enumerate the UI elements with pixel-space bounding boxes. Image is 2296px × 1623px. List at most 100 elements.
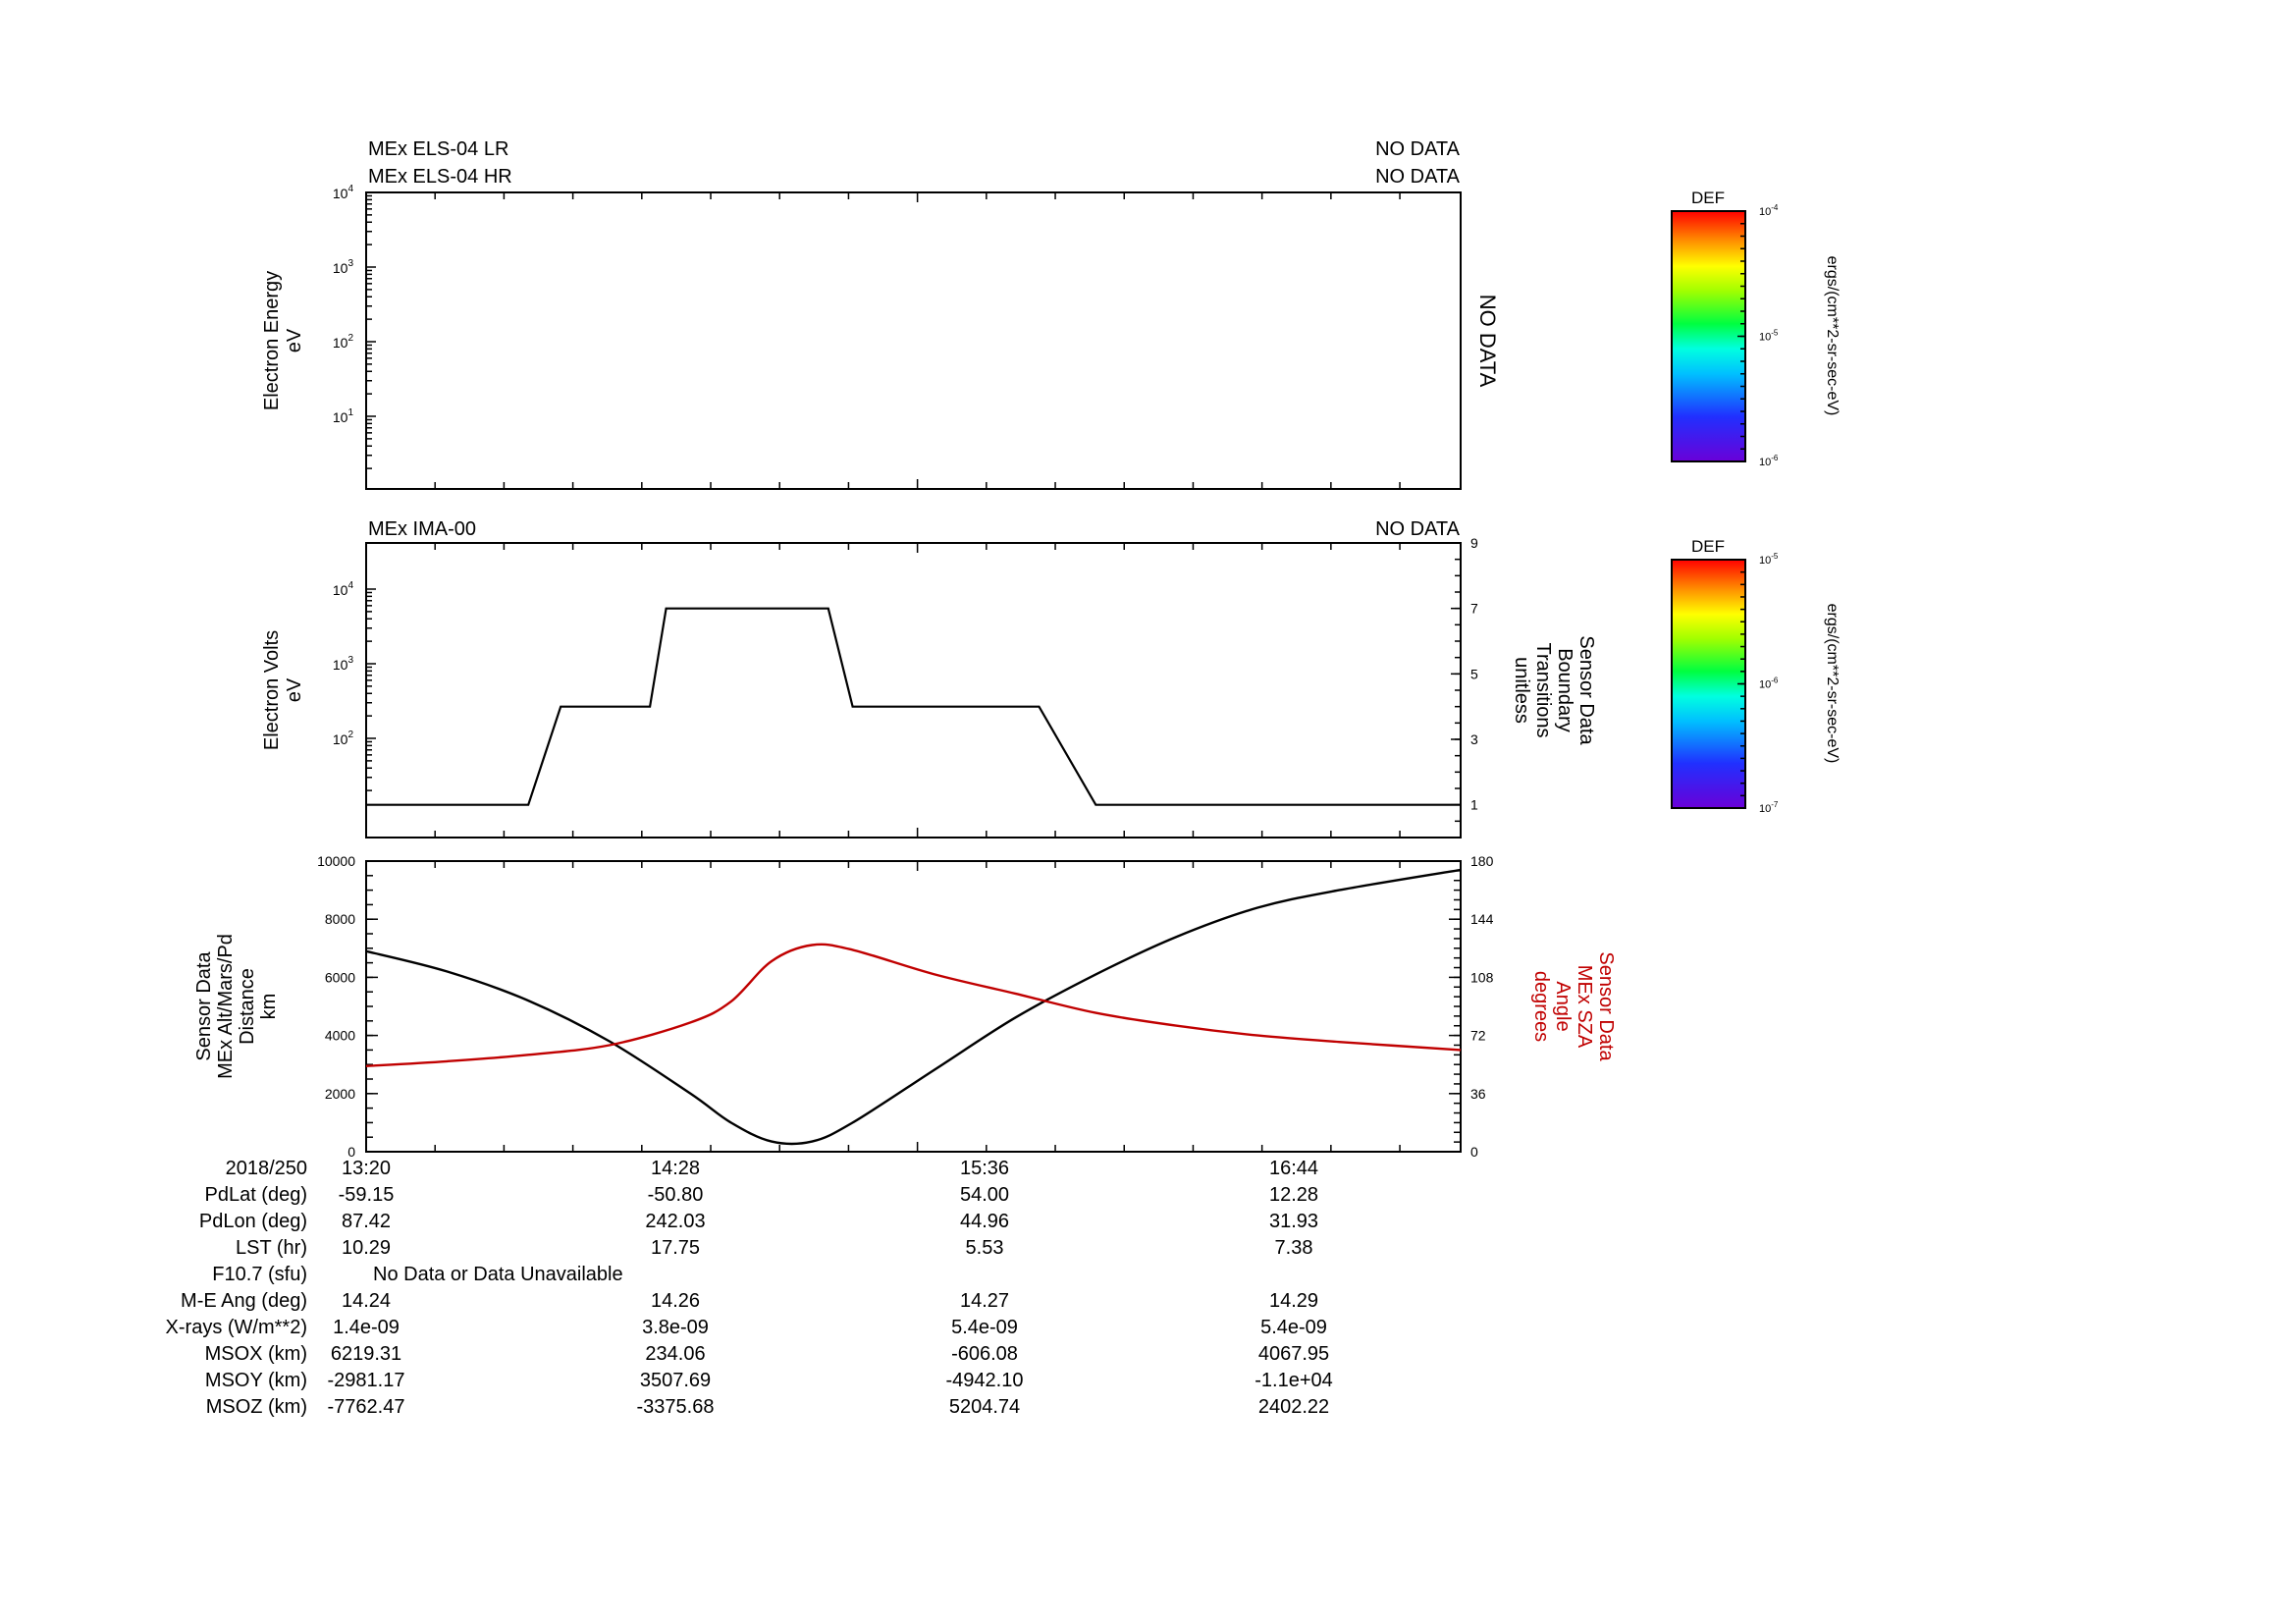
colorbar-tick-label: 10-5 [1759, 329, 1779, 344]
ima-tick-label-base: 10 [333, 731, 348, 747]
ephem-cell: 14.26 [651, 1290, 700, 1312]
ephem-row-label: PdLat (deg) [204, 1184, 307, 1206]
ephem-cell: 14.27 [960, 1290, 1009, 1312]
ephem-cell: 7.38 [1275, 1237, 1313, 1259]
orbit-panel: 10000 8000 6000 4000 2000 0 180 144 108 72 36 0 Se… [193, 853, 1617, 1160]
orbit-left-tick-label: 4000 [325, 1028, 355, 1044]
colorbar-tick-label: 10-5 [1759, 552, 1779, 567]
colorbar-tick-exp: -5 [1771, 552, 1779, 561]
colorbar-tick-label: 10-4 [1759, 203, 1779, 218]
ephem-cell: 17.75 [651, 1237, 700, 1259]
ephem-cell: 54.00 [960, 1184, 1009, 1206]
ima-y-ticks: 104103102 [333, 580, 376, 791]
els-tick-label-base: 10 [333, 186, 348, 201]
figure: MEx ELS-04 LR MEx ELS-04 HR NO DATA NO D… [166, 138, 1841, 1418]
ima-right-tick-label: 1 [1470, 797, 1478, 813]
colorbar-2-scale [1671, 559, 1746, 809]
ima-right-tick-label: 5 [1470, 666, 1478, 681]
colorbar-tick-label: 10-6 [1759, 454, 1779, 468]
els-ylabel-1: Electron Energy [261, 271, 283, 410]
colorbar-1-unit: ergs/(cm**2-sr-sec-eV) [1824, 256, 1841, 416]
ephem-cell: 12.28 [1269, 1184, 1318, 1206]
orbit-right-tick-label: 144 [1470, 911, 1494, 927]
ima-tick-label-exp: 2 [347, 730, 353, 740]
sza-line [365, 943, 1462, 1067]
ephem-cell: 14.24 [342, 1290, 391, 1312]
orbit-rlabel-1: Sensor Data [1595, 951, 1617, 1061]
ephem-cell: 4067.95 [1258, 1343, 1329, 1365]
els-tick-label-base: 10 [333, 409, 348, 425]
ephem-cell: 14.29 [1269, 1290, 1318, 1312]
colorbar-tick-exp: -5 [1771, 329, 1779, 338]
els-plot-frame [365, 191, 1462, 490]
ephem-cell: 10.29 [342, 1237, 391, 1259]
orbit-right-label: Sensor Data MEx SZA Angle degrees [1530, 951, 1617, 1061]
orbit-rlabel-3: Angle [1552, 981, 1574, 1031]
ephem-cell: 1.4e-09 [333, 1317, 400, 1338]
colorbar-tick-exp: -4 [1771, 203, 1779, 212]
orbit-left-label: Sensor Data MEx Alt/Mars/Pd Distance km [193, 934, 280, 1079]
ima-right-tick-label: 7 [1470, 601, 1478, 617]
orbit-ylabel-2: MEx Alt/Mars/Pd [215, 934, 237, 1079]
colorbar-2-title: DEF [1691, 537, 1725, 556]
els-tick-label-exp: 2 [347, 333, 353, 344]
ephem-span-text: No Data or Data Unavailable [373, 1264, 623, 1285]
ima-tick-label: 104 [333, 580, 354, 598]
els-tick-label-exp: 1 [347, 407, 353, 418]
els-tick-label-base: 10 [333, 335, 348, 351]
ima-right-tick-label: 9 [1470, 535, 1478, 551]
orbit-rlabel-2: MEx SZA [1574, 965, 1595, 1049]
ephem-cell: 31.93 [1269, 1211, 1318, 1232]
orbit-right-ticks: 180 144 108 72 36 0 [1449, 853, 1494, 1160]
ima-right-label: Sensor Data Boundary Transitions unitles… [1511, 635, 1597, 745]
orbit-right-tick-label: 108 [1470, 969, 1494, 985]
ephem-row-label: MSOY (km) [205, 1370, 307, 1391]
ima-tick-label-exp: 3 [347, 655, 353, 666]
ephem-row-label: M-E Ang (deg) [181, 1290, 307, 1312]
ima-status: NO DATA [1375, 518, 1461, 540]
ephemeris-table: 2018/250 13:20 14:28 15:36 16:44 PdLat (deg) -… [166, 1158, 1333, 1418]
ephem-row-label: PdLon (deg) [199, 1211, 307, 1232]
ephem-cell: -606.08 [951, 1343, 1018, 1365]
els-tick-label-base: 10 [333, 260, 348, 276]
els-x-ticks [365, 192, 1401, 489]
els-ylabel-2: eV [284, 328, 305, 352]
orbit-rlabel-4: degrees [1530, 971, 1552, 1042]
ephem-cell: 242.03 [645, 1211, 705, 1232]
ima-right-label-4: unitless [1511, 657, 1532, 724]
ima-panel: MEx IMA-00 NO DATA 104103102 97531 Elect… [261, 518, 1597, 839]
els-tick-label: 102 [333, 333, 354, 351]
ephem-cell: -4942.10 [946, 1370, 1024, 1391]
ephem-cell: 5.53 [966, 1237, 1004, 1259]
els-lr-status: NO DATA [1375, 138, 1461, 160]
ima-tick-label: 102 [333, 730, 354, 747]
orbit-left-tick-label: 8000 [325, 911, 355, 927]
ephem-row-label: MSOX (km) [205, 1343, 307, 1365]
ephem-cell: 3507.69 [640, 1370, 711, 1391]
ephem-time: 16:44 [1269, 1158, 1318, 1179]
ephem-row-label: LST (hr) [236, 1237, 307, 1259]
ima-plot-frame [365, 542, 1462, 839]
colorbar-tick-base: 10 [1759, 457, 1771, 468]
ima-ylabel-1: Electron Volts [261, 630, 283, 750]
ephem-cell: -1.1e+04 [1255, 1370, 1333, 1391]
colorbar-tick-base: 10 [1759, 332, 1771, 344]
ephem-row-label: MSOZ (km) [206, 1396, 307, 1418]
els-hr-status: NO DATA [1375, 166, 1461, 188]
orbit-right-tick-label: 0 [1470, 1144, 1478, 1160]
els-tick-label-exp: 4 [347, 184, 353, 194]
ima-tick-label-base: 10 [333, 657, 348, 673]
ephem-cell: -50.80 [648, 1184, 704, 1206]
colorbar-1-title: DEF [1691, 189, 1725, 207]
orbit-ylabel-3: Distance [237, 968, 258, 1045]
colorbar-tick-label: 10-7 [1759, 800, 1779, 815]
colorbar-tick-base: 10 [1759, 555, 1771, 567]
orbit-plot-frame [365, 860, 1462, 1153]
ephem-cell: 87.42 [342, 1211, 391, 1232]
ephem-cell: 5204.74 [949, 1396, 1020, 1418]
ima-right-tick-label: 3 [1470, 731, 1478, 747]
ima-boundary-line [366, 607, 1461, 806]
ima-ylabel-2: eV [284, 677, 305, 702]
ephem-row-label: F10.7 (sfu) [212, 1264, 307, 1285]
colorbar-tick-exp: -7 [1771, 800, 1779, 809]
